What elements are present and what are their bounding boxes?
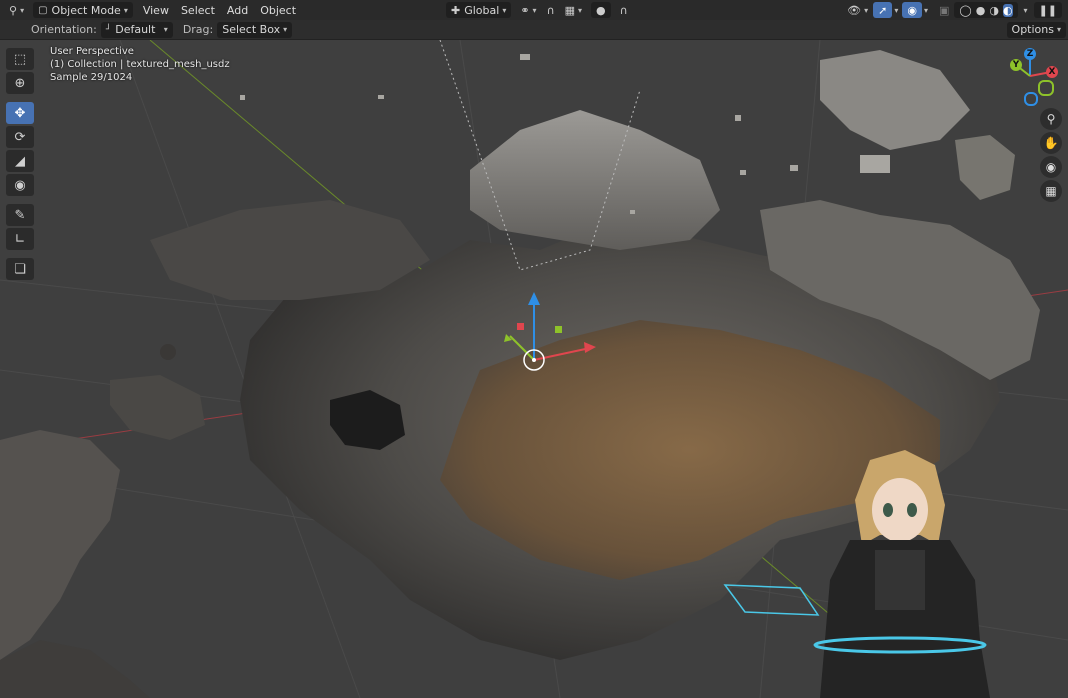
annotate-icon[interactable]: ✎: [6, 204, 34, 226]
zoom-icon[interactable]: ⚲: [1040, 108, 1062, 130]
falloff-button[interactable]: ∩: [615, 2, 633, 18]
menu-view[interactable]: View: [137, 4, 175, 17]
gizmo-axis-y[interactable]: Y: [1010, 59, 1022, 71]
editor-type-button[interactable]: ⚲ ▾: [4, 2, 29, 18]
orientation-icon: ┘: [105, 24, 112, 35]
menu-object[interactable]: Object: [254, 4, 302, 17]
solid-shading-icon[interactable]: ●: [976, 4, 986, 17]
transform-orientation-label: Global: [464, 3, 500, 17]
cursor-icon[interactable]: ⊕: [6, 72, 34, 94]
mesh-small-left: [110, 375, 205, 440]
orientation-value: Default: [115, 23, 156, 36]
add-cube-icon[interactable]: ❏: [6, 258, 34, 280]
gizmo-axis-x[interactable]: X: [1046, 66, 1058, 78]
proportional-edit-toggle[interactable]: ●: [591, 2, 611, 18]
3d-viewport[interactable]: User Perspective (1) Collection | textur…: [0, 40, 1068, 698]
axis-y-label: Y: [1012, 60, 1020, 70]
snap-target-button[interactable]: ▦ ▾: [560, 2, 587, 18]
global-axis-icon: ✚: [451, 3, 461, 17]
gizmo-axis-neg-y[interactable]: [1038, 80, 1054, 96]
mesh-left-lower: [0, 640, 150, 698]
viewport-header: ⚲ ▾ ▢ Object Mode ▾ View Select Add Object…: [0, 0, 1068, 20]
menu-add[interactable]: Add: [221, 4, 254, 17]
pause-icon: ❚❚: [1038, 3, 1057, 17]
eye-icon: 👁: [847, 3, 862, 17]
orientation-label: Orientation:: [31, 23, 97, 36]
overlay-dropdown[interactable]: ▾: [924, 6, 928, 15]
collection-label: (1) Collection | textured_mesh_usdz: [50, 59, 230, 70]
rotate-icon[interactable]: ⟳: [6, 126, 34, 148]
gizmo-toggle[interactable]: ➚: [873, 2, 893, 18]
camera-icon[interactable]: ◉: [1040, 156, 1062, 178]
axis-z-label: Z: [1026, 49, 1034, 59]
xray-toggle[interactable]: ▣: [934, 2, 954, 18]
object-mode-icon: ▢: [38, 4, 48, 16]
gizmo-icon: ➚: [878, 3, 888, 17]
viewport-info: User Perspective (1) Collection | textur…: [50, 45, 230, 84]
blender-window: ⚲ ▾ ▢ Object Mode ▾ View Select Add Object…: [0, 0, 1068, 698]
gizmo-axis-z[interactable]: Z: [1024, 48, 1036, 60]
pause-render-button[interactable]: ❚❚: [1033, 2, 1062, 18]
wireframe-shading-icon[interactable]: ◯: [959, 4, 971, 17]
mesh-pebble: [160, 344, 176, 360]
mesh-left-slab: [150, 200, 430, 300]
move-icon[interactable]: ✥: [6, 102, 34, 124]
tool-shelf: ⬚ ⊕ ✥ ⟳ ◢ ◉ ✎ ∟ ❏: [6, 46, 38, 282]
transform-icon[interactable]: ◉: [6, 174, 34, 196]
transform-orientation-dropdown[interactable]: ✚ Global ▾: [446, 2, 512, 18]
falloff-curve-icon: ∩: [619, 3, 628, 17]
overlay-toggle[interactable]: ◉: [902, 2, 922, 18]
magnet-icon: ∩: [546, 3, 555, 17]
scene-render[interactable]: [0, 40, 1068, 698]
drag-value: Select Box: [222, 23, 281, 36]
measure-icon[interactable]: ∟: [6, 228, 34, 250]
3d-viewport-icon: ⚲: [9, 3, 18, 17]
sample-counter: Sample 29/1024: [50, 72, 133, 83]
menu-select[interactable]: Select: [175, 4, 221, 17]
hand-pan-icon[interactable]: ✋: [1040, 132, 1062, 154]
gizmo-dropdown[interactable]: ▾: [894, 6, 898, 15]
shading-modes[interactable]: ◯ ● ◑ ◐: [954, 2, 1018, 18]
pivot-point-button[interactable]: ⚭ ▾: [515, 2, 541, 18]
drag-dropdown[interactable]: Select Box ▾: [217, 21, 293, 38]
shading-dropdown[interactable]: ▾: [1024, 6, 1028, 15]
grid-view-icon[interactable]: ▦: [1040, 180, 1062, 202]
mode-label: Object Mode: [51, 3, 121, 17]
drag-label: Drag:: [182, 23, 214, 36]
options-dropdown[interactable]: Options ▾: [1006, 21, 1066, 38]
mesh-small-right: [955, 135, 1015, 200]
gizmo-axis-neg-z[interactable]: [1024, 92, 1038, 106]
select-box-icon[interactable]: ⬚: [6, 48, 34, 70]
perspective-label: User Perspective: [50, 46, 134, 57]
snap-increment-icon: ▦: [564, 3, 576, 17]
snap-toggle[interactable]: ∩: [542, 2, 560, 18]
visibility-button[interactable]: 👁 ▾: [842, 2, 873, 18]
axis-x-label: X: [1048, 67, 1056, 77]
scale-icon[interactable]: ◢: [6, 150, 34, 172]
overlay-icon: ◉: [907, 3, 917, 17]
pivot-icon: ⚭: [520, 3, 530, 17]
options-label: Options: [1011, 23, 1054, 36]
xray-icon: ▣: [939, 3, 950, 17]
rendered-shading-icon[interactable]: ◐: [1002, 3, 1013, 17]
material-shading-icon[interactable]: ◑: [989, 4, 999, 17]
proportional-icon: ●: [596, 3, 606, 17]
navigation-gizmo[interactable]: Z X Y: [1002, 48, 1058, 106]
mesh-top-right-fragment: [820, 50, 970, 150]
mesh-left-fragment: [0, 430, 120, 660]
orientation-dropdown[interactable]: ┘ Default ▾: [100, 21, 173, 38]
tool-settings-header: Orientation: ┘ Default ▾ Drag: Select Bo…: [0, 20, 1068, 40]
mode-dropdown[interactable]: ▢ Object Mode ▾: [33, 2, 133, 18]
mesh-upper-ridge: [470, 110, 720, 250]
